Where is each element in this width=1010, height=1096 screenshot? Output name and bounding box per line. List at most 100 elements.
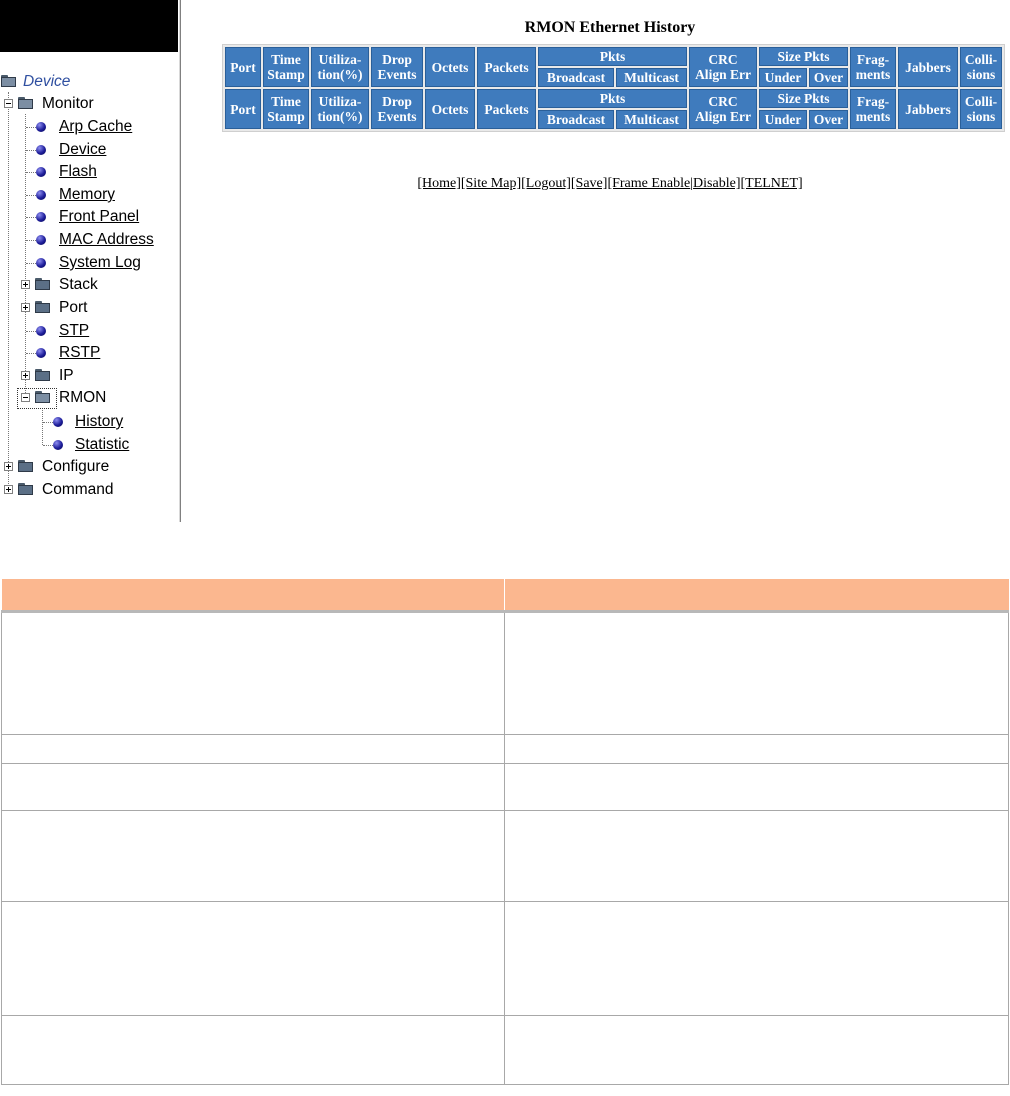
table-row (1, 901, 1009, 1016)
site-map-link[interactable]: [Site Map] (461, 176, 521, 191)
tree-item-label[interactable]: Memory (59, 184, 115, 206)
table-row (1, 763, 1009, 811)
page-title: RMON Ethernet History (524, 19, 696, 36)
table-cell (1, 734, 505, 764)
col-jabbers: Jabbers (898, 47, 958, 87)
expand-icon[interactable] (4, 462, 13, 471)
folder-icon (35, 301, 51, 313)
col-pkts-group: Pkts (538, 47, 687, 66)
expand-icon[interactable] (21, 303, 30, 312)
col-multicast: Multicast (616, 68, 687, 87)
col-packets: Packets (477, 47, 536, 87)
tree-item-label[interactable]: Monitor (42, 93, 94, 115)
tree-item-label[interactable]: Device (59, 139, 106, 161)
bullet-icon (36, 190, 46, 200)
doc-header-row (1, 579, 1009, 613)
table-cell (503, 810, 1009, 902)
bullet-icon (36, 258, 46, 268)
col-over: Over (809, 110, 848, 129)
tree-connector (8, 92, 9, 490)
tree-item-label[interactable]: MAC Address (59, 229, 154, 251)
col-fragments: Frag-ments (850, 89, 896, 129)
table-row (1, 810, 1009, 902)
bullet-icon (36, 145, 46, 155)
table-cell (503, 734, 1009, 764)
tree-item-label[interactable]: Configure (42, 456, 109, 478)
bullet-icon (36, 348, 46, 358)
tree-item-label[interactable]: Port (59, 297, 87, 319)
tree-item-label[interactable]: Arp Cache (59, 116, 132, 138)
bullet-icon (36, 122, 46, 132)
col-jabbers: Jabbers (898, 89, 958, 129)
collapse-icon[interactable] (21, 393, 30, 402)
col-over: Over (809, 68, 848, 87)
tree-item-label[interactable]: RSTP (59, 342, 100, 364)
tree-item-label[interactable]: RMON (59, 387, 106, 409)
table-header-row: Port Time Stamp Utiliza-tion(%) Drop Event… (225, 89, 1002, 129)
collapse-icon[interactable] (4, 99, 13, 108)
frame-disable-link[interactable]: Disable] (693, 176, 740, 191)
table-header-row: Port Time Stamp Utiliza-tion(%) Drop Event… (225, 47, 1002, 87)
col-multicast: Multicast (616, 110, 687, 129)
folder-open-icon (35, 391, 51, 403)
table-cell (503, 901, 1009, 1016)
bullet-icon (36, 212, 46, 222)
folder-open-icon (18, 97, 34, 109)
table-row (1, 1015, 1009, 1085)
table-cell (1, 810, 505, 902)
table-cell (1, 611, 505, 735)
save-link[interactable]: [Save] (571, 176, 608, 191)
tree-item-label[interactable]: Command (42, 479, 114, 501)
col-size-pkts-group: Size Pkts (759, 89, 848, 108)
col-drop-events: Drop Events (371, 89, 423, 129)
tree-item-label[interactable]: History (75, 411, 123, 433)
table-cell (503, 611, 1009, 735)
table-cell (503, 763, 1009, 811)
tree-item-label[interactable]: IP (59, 365, 74, 387)
col-crc-align-err: CRC Align Err (689, 89, 757, 129)
tree-item-label[interactable]: Statistic (75, 434, 129, 456)
bullet-icon (53, 417, 63, 427)
col-port: Port (225, 89, 261, 129)
frame-divider[interactable] (179, 0, 182, 522)
folder-open-icon (1, 75, 17, 87)
tree-item-label[interactable]: Flash (59, 161, 97, 183)
col-utilization: Utiliza-tion(%) (311, 47, 369, 87)
col-collisions: Colli-sions (960, 89, 1002, 129)
expand-icon[interactable] (21, 280, 30, 289)
col-crc-align-err: CRC Align Err (689, 47, 757, 87)
col-under: Under (759, 110, 807, 129)
telnet-link[interactable]: [TELNET] (740, 176, 802, 191)
expand-icon[interactable] (4, 485, 13, 494)
table-row (1, 734, 1009, 764)
tree-item-label[interactable]: Stack (59, 274, 98, 296)
doc-header-cell (504, 579, 1009, 613)
document-table (1, 579, 1009, 1085)
col-size-pkts-group: Size Pkts (759, 47, 848, 66)
tree-item-label[interactable]: System Log (59, 252, 141, 274)
col-broadcast: Broadcast (538, 110, 614, 129)
col-packets: Packets (477, 89, 536, 129)
folder-icon (18, 483, 34, 495)
col-octets: Octets (425, 89, 475, 129)
home-link[interactable]: [Home] (417, 176, 461, 191)
folder-icon (18, 460, 34, 472)
col-drop-events: Drop Events (371, 47, 423, 87)
footer-nav-links: [Home][Site Map][Logout][Save][Frame Ena… (222, 176, 998, 192)
tree-item-label[interactable]: STP (59, 320, 89, 342)
tree-root-label[interactable]: Device (23, 71, 70, 93)
col-time-stamp: Time Stamp (263, 89, 309, 129)
bullet-icon (36, 326, 46, 336)
folder-icon (35, 369, 51, 381)
tree-connector (42, 408, 43, 445)
logout-link[interactable]: [Logout] (521, 176, 571, 191)
bullet-icon (36, 235, 46, 245)
col-utilization: Utiliza-tion(%) (311, 89, 369, 129)
expand-icon[interactable] (21, 371, 30, 380)
frame-enable-link[interactable]: [Frame Enable (607, 176, 690, 191)
table-cell (503, 1015, 1009, 1085)
tree-item-label[interactable]: Front Panel (59, 206, 139, 228)
bullet-icon (53, 440, 63, 450)
col-broadcast: Broadcast (538, 68, 614, 87)
col-collisions: Colli-sions (960, 47, 1002, 87)
